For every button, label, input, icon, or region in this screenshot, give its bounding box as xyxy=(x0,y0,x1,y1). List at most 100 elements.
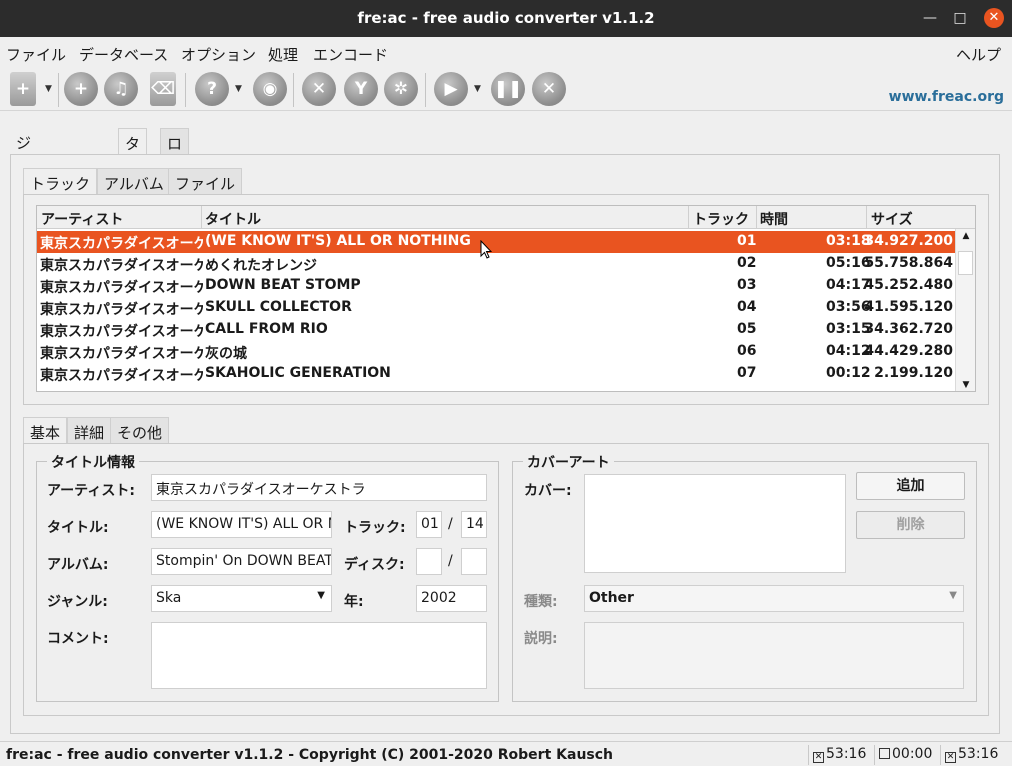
menu-help[interactable]: ヘルプ xyxy=(956,44,1001,65)
cell-title: めくれたオレンジ xyxy=(205,258,317,274)
checked-box-icon: ✕ xyxy=(945,752,956,763)
column-track[interactable]: トラック xyxy=(693,209,749,229)
disc-number-field[interactable] xyxy=(416,548,442,575)
tab-joblist[interactable]: ジョブリスト xyxy=(10,128,37,257)
add-files-icon[interactable]: + xyxy=(10,72,36,106)
cell-size: 2.199.120 xyxy=(874,365,953,381)
menu-encode[interactable]: エンコード xyxy=(313,44,388,65)
table-row[interactable]: 東京スカパラダイスオーケストラ SKULL COLLECTOR 04 03:56… xyxy=(37,297,955,319)
scrollbar-thumb[interactable] xyxy=(958,251,973,275)
track-total-field[interactable]: 14 xyxy=(461,511,487,538)
column-time[interactable]: 時間 xyxy=(760,209,788,229)
column-size[interactable]: サイズ xyxy=(871,209,913,229)
remove-cover-button[interactable]: 削除 xyxy=(856,511,965,539)
cell-artist: 東京スカパラダイスオーケストラ xyxy=(40,368,203,384)
comment-field[interactable] xyxy=(151,622,487,689)
cell-size: 41.595.120 xyxy=(864,299,953,315)
play-icon[interactable]: ▶ xyxy=(434,72,468,106)
cell-artist: 東京スカパラダイスオーケストラ xyxy=(40,280,203,296)
tab-files[interactable]: ファイル xyxy=(168,168,243,195)
disc-total-field[interactable] xyxy=(461,548,487,575)
filter-icon[interactable]: Y xyxy=(344,72,378,106)
tab-basic[interactable]: 基本 xyxy=(23,417,68,444)
album-field[interactable]: Stompin' On DOWN BEAT ALLEY xyxy=(151,548,332,575)
menu-file[interactable]: ファイル xyxy=(6,44,66,65)
tab-details[interactable]: 詳細 xyxy=(67,417,112,444)
remove-track-icon[interactable]: ♫ xyxy=(104,72,138,106)
type-label: 種類: xyxy=(524,594,558,610)
cell-size: 34.362.720 xyxy=(864,321,953,337)
track-number-field[interactable]: 01 xyxy=(416,511,442,538)
cell-track: 05 xyxy=(737,321,757,337)
stop-icon[interactable]: ✕ xyxy=(532,72,566,106)
cell-track: 03 xyxy=(737,277,757,293)
cover-label: カバー: xyxy=(524,483,572,499)
disc-label: ディスク: xyxy=(344,557,405,573)
cddb-query-icon[interactable]: ? xyxy=(195,72,229,106)
table-row[interactable]: 東京スカパラダイスオーケストラ 灰の城 06 04:12 44.429.280 xyxy=(37,341,955,363)
total-time-value: 53:16 xyxy=(826,746,867,762)
table-row[interactable]: 東京スカパラダイスオーケストラ SKAHOLIC GENERATION 07 0… xyxy=(37,363,955,385)
menu-database[interactable]: データベース xyxy=(79,44,168,65)
cell-size: 44.429.280 xyxy=(864,343,953,359)
window-title: fre:ac - free audio converter v1.1.2 xyxy=(357,9,655,27)
cddb-dropdown-icon[interactable]: ▼ xyxy=(235,84,242,94)
track-list[interactable]: アーティスト タイトル トラック 時間 サイズ 東京スカパラダイスオーケストラ … xyxy=(36,205,976,392)
checked-box-icon: ✕ xyxy=(813,752,824,763)
tab-log[interactable]: ログ xyxy=(160,128,190,174)
clear-list-icon[interactable]: ⌫ xyxy=(150,72,176,106)
settings-tools-icon[interactable]: ✕ xyxy=(302,72,336,106)
cover-type-select[interactable]: Other ▼ xyxy=(584,585,964,612)
remaining-time-value: 53:16 xyxy=(958,746,999,762)
close-icon[interactable]: ✕ xyxy=(984,8,1004,28)
column-artist[interactable]: アーティスト xyxy=(41,209,123,229)
cell-track: 01 xyxy=(737,233,757,249)
minimize-icon[interactable]: — xyxy=(920,8,940,28)
website-link[interactable]: www.freac.org xyxy=(889,89,1004,105)
cddb-submit-icon[interactable]: ◉ xyxy=(253,72,287,106)
title-field[interactable]: (WE KNOW IT'S) ALL OR NOTHING xyxy=(151,511,332,538)
year-field[interactable]: 2002 xyxy=(416,585,487,612)
add-cd-icon[interactable]: + xyxy=(64,72,98,106)
tab-other[interactable]: その他 xyxy=(110,417,170,444)
title-bar: fre:ac - free audio converter v1.1.2 — □… xyxy=(0,0,1012,37)
toolbar: + ▼ + ♫ ⌫ ? ▼ ◉ ✕ Y ✲ ▶ ▼ ❚❚ ✕ www.freac… xyxy=(0,69,1012,111)
add-cover-button[interactable]: 追加 xyxy=(856,472,965,500)
pause-icon[interactable]: ❚❚ xyxy=(491,72,525,106)
description-field[interactable] xyxy=(584,622,964,689)
track-label: トラック: xyxy=(344,520,406,536)
cover-image-area[interactable] xyxy=(584,474,846,573)
menu-process[interactable]: 処理 xyxy=(268,44,298,65)
cell-track: 06 xyxy=(737,343,757,359)
year-label: 年: xyxy=(344,594,364,610)
tab-tracks[interactable]: トラック xyxy=(23,168,98,195)
gear-icon[interactable]: ✲ xyxy=(384,72,418,106)
tab-tags[interactable]: タグ xyxy=(118,128,148,174)
add-files-dropdown-icon[interactable]: ▼ xyxy=(45,84,52,94)
cell-artist: 東京スカパラダイスオーケストラ xyxy=(40,236,203,252)
cell-title: 灰の城 xyxy=(205,346,247,362)
cell-time: 00:12 xyxy=(826,365,871,381)
artist-field[interactable]: 東京スカパラダイスオーケストラ xyxy=(151,474,487,501)
menu-options[interactable]: オプション xyxy=(181,44,256,65)
table-row[interactable]: 東京スカパラダイスオーケストラ CALL FROM RIO 05 03:15 3… xyxy=(37,319,955,341)
cell-size: 34.927.200 xyxy=(864,233,953,249)
scroll-up-icon[interactable]: ▲ xyxy=(956,231,975,241)
title-info-heading: タイトル情報 xyxy=(47,452,139,472)
genre-select[interactable]: Ska ▼ xyxy=(151,585,332,612)
cell-size: 55.758.864 xyxy=(864,255,953,271)
maximize-icon[interactable]: □ xyxy=(950,8,970,28)
track-list-scrollbar[interactable]: ▲ ▼ xyxy=(955,229,975,391)
play-dropdown-icon[interactable]: ▼ xyxy=(474,84,481,94)
track-list-header: アーティスト タイトル トラック 時間 サイズ xyxy=(37,206,975,229)
cell-title: SKAHOLIC GENERATION xyxy=(205,365,391,381)
status-bar: fre:ac - free audio converter v1.1.2 - C… xyxy=(0,741,1012,766)
column-title[interactable]: タイトル xyxy=(205,209,261,229)
table-row[interactable]: 東京スカパラダイスオーケストラ めくれたオレンジ 02 05:16 55.758… xyxy=(37,253,955,275)
title-label: タイトル: xyxy=(47,520,109,536)
table-row[interactable]: 東京スカパラダイスオーケストラ DOWN BEAT STOMP 03 04:17… xyxy=(37,275,955,297)
cover-type-value: Other xyxy=(589,590,634,606)
table-row[interactable]: 東京スカパラダイスオーケストラ (WE KNOW IT'S) ALL OR NO… xyxy=(37,231,955,253)
tab-album[interactable]: アルバム xyxy=(97,168,171,195)
scroll-down-icon[interactable]: ▼ xyxy=(956,380,975,390)
